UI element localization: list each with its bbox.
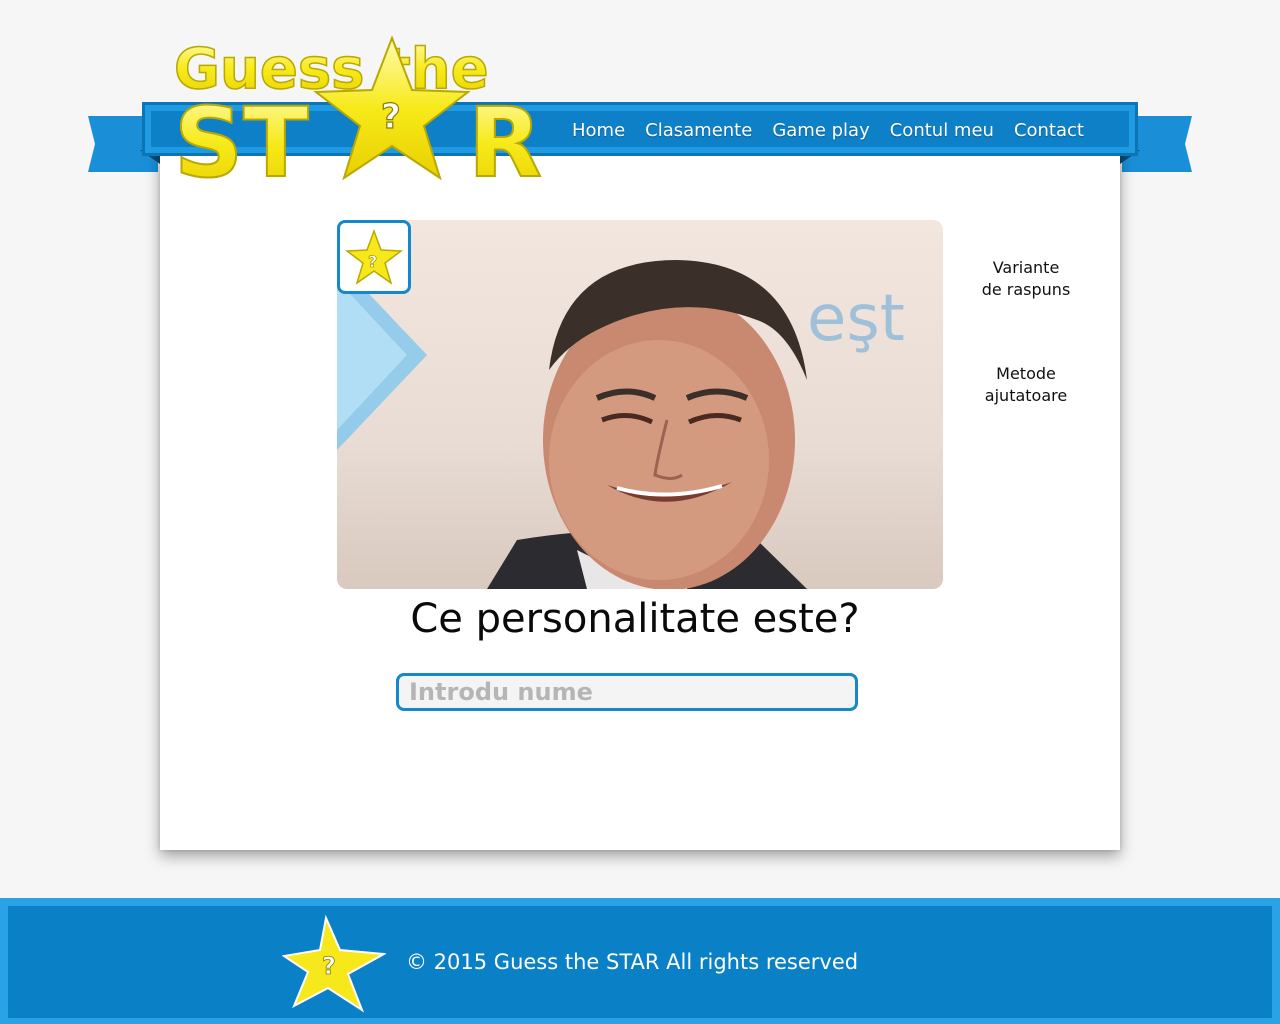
footer-copyright: © 2015 Guess the STAR All rights reserve… bbox=[406, 950, 859, 974]
logo-r: R bbox=[468, 87, 542, 188]
logo-st: ST bbox=[174, 87, 309, 188]
helper-methods-link[interactable]: Metode ajutatoare bbox=[946, 363, 1106, 407]
nav-contact[interactable]: Contact bbox=[1014, 120, 1084, 141]
question-heading: Ce personalitate este? bbox=[410, 596, 860, 642]
helper-methods-line1: Metode bbox=[996, 364, 1056, 383]
helper-methods-line2: ajutatoare bbox=[984, 386, 1068, 405]
footer-star-question-mark: ? bbox=[322, 952, 336, 980]
answer-options-link[interactable]: Variante de raspuns bbox=[946, 257, 1106, 301]
guess-the-star-logo[interactable]: Guess the ST ? R bbox=[168, 28, 558, 188]
answer-options-line1: Variante bbox=[992, 258, 1060, 277]
badge-question-mark: ? bbox=[368, 252, 377, 271]
answer-options-line2: de raspuns bbox=[981, 280, 1071, 299]
star-question-icon: ? bbox=[344, 228, 404, 285]
nav-game-play[interactable]: Game play bbox=[772, 120, 869, 141]
svg-text:eşt: eşt bbox=[807, 282, 905, 356]
nav-contul-meu[interactable]: Contul meu bbox=[890, 120, 994, 141]
nav-clasamente[interactable]: Clasamente bbox=[645, 120, 752, 141]
footer-star-icon: ? bbox=[282, 914, 386, 1013]
celebrity-photo: eşt bbox=[337, 220, 943, 589]
main-nav: Home Clasamente Game play Contul meu Con… bbox=[572, 116, 1084, 144]
name-input[interactable] bbox=[396, 673, 858, 711]
celebrity-photo-icon: eşt bbox=[337, 260, 905, 589]
nav-home[interactable]: Home bbox=[572, 120, 625, 141]
question-badge[interactable]: ? bbox=[337, 220, 411, 294]
logo-star-question-mark: ? bbox=[381, 97, 401, 137]
